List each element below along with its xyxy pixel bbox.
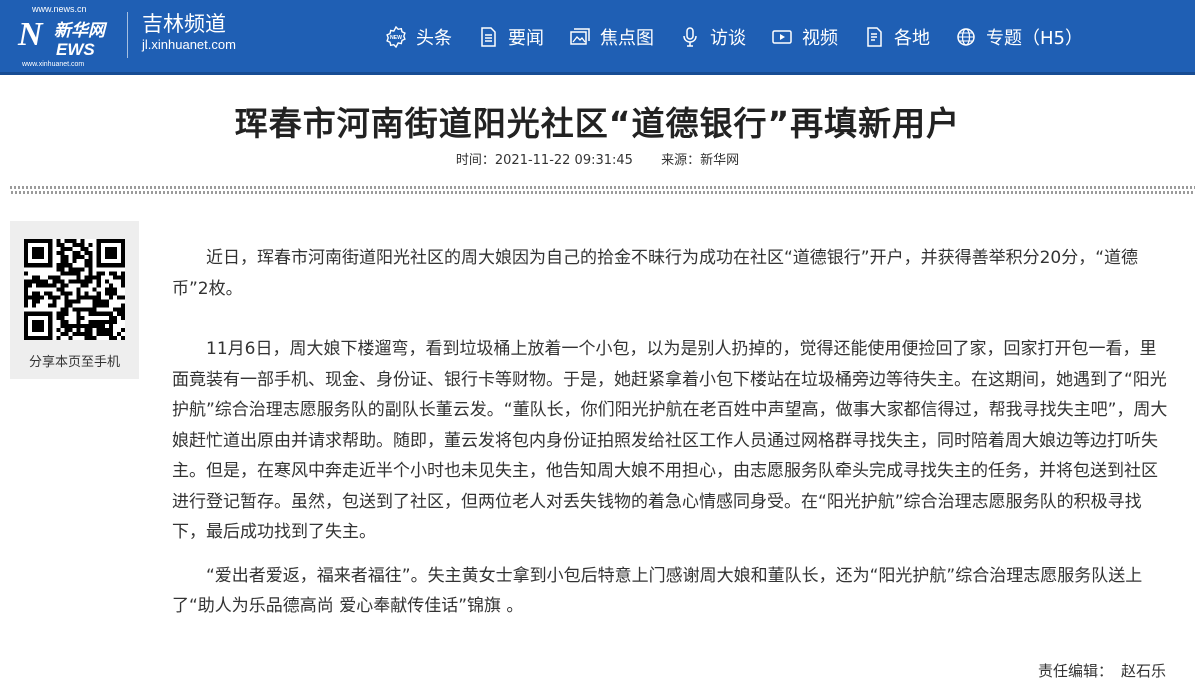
microphone-icon [679,26,701,48]
channel-name: 吉林频道 [142,12,226,36]
logo-url-bottom: www.xinhuanet.com [22,61,85,68]
channel-domain: jl.xinhuanet.com [142,37,236,52]
share-box: 分享本页至手机 [10,221,139,379]
nav-item-yaowen[interactable]: 要闻 [477,24,544,50]
editor-label: 责任编辑： [1038,662,1114,680]
article-paragraph: 近日，珲春市河南街道阳光社区的周大娘因为自己的拾金不昧行为成功在社区“道德银行”… [172,248,1139,299]
qr-code-icon[interactable] [24,239,125,340]
nav-item-gedi[interactable]: 各地 [863,24,930,50]
dotted-divider [10,184,1195,196]
location-doc-icon [863,26,885,48]
globe-icon [955,26,977,48]
article-body: 近日，珲春市河南街道阳光社区的周大娘因为自己的拾金不昧行为成功在社区“道德银行”… [172,243,1168,622]
logo-url-top: www.news.cn [32,4,87,14]
nav-label: 专题（H5） [986,28,1083,49]
source-name: 新华网 [700,153,740,168]
article-paragraph: “爱出者爱返，福来者福往”。失主黄女士拿到小包后特意上门感谢周大娘和董队长，还为… [172,565,1143,617]
site-header: www.news.cn N 新华网 EWS www.xinhuanet.com … [0,0,1195,75]
svg-text:NEW: NEW [390,35,402,41]
nav-item-shipin[interactable]: 视频 [771,24,838,50]
nav-item-jiaodiantu[interactable]: 焦点图 [569,24,654,50]
nav-item-fangtan[interactable]: 访谈 [679,24,746,50]
editor-name: 赵石乐 [1121,662,1167,680]
nav-item-toutiao[interactable]: NEW 头条 [385,24,452,50]
article-paragraph: 11月6日，周大娘下楼遛弯，看到垃圾桶上放着一个小包，以为是别人扔掉的，觉得还能… [172,339,1168,542]
responsible-editor: 责任编辑： 赵石乐 [1038,660,1166,681]
article-meta: 时间：2021-11-22 09:31:45 来源：新华网 [0,152,1195,170]
nav-item-zhuanti[interactable]: 专题（H5） [955,24,1083,50]
logo-cn: 新华网 [54,21,105,41]
document-icon [477,26,499,48]
xinhua-logo[interactable]: www.news.cn N 新华网 EWS www.xinhuanet.com [18,4,118,68]
source-info: 来源：新华网 [661,153,739,168]
main-nav: NEW 头条 要闻 焦点图 访谈 视频 各地 专题（H5） [385,22,1108,52]
video-icon [771,26,793,48]
nav-label: 视频 [802,28,838,49]
time-label: 时间： [455,153,495,168]
nav-label: 头条 [416,28,452,49]
nav-label: 各地 [894,28,930,49]
share-label: 分享本页至手机 [28,355,120,370]
news-badge-icon: NEW [385,26,407,48]
channel-title[interactable]: 吉林频道 jl.xinhuanet.com [142,12,236,54]
logo-news: EWS [56,40,95,59]
time-info: 时间：2021-11-22 09:31:45 [456,153,633,168]
gallery-icon [569,26,591,48]
nav-label: 焦点图 [600,28,654,49]
publish-time: 2021-11-22 09:31:45 [494,153,633,168]
header-divider [127,12,128,58]
nav-label: 访谈 [710,28,746,49]
logo-mark: N [18,16,43,53]
source-label: 来源： [661,153,701,168]
nav-label: 要闻 [508,28,544,49]
article-title: 珲春市河南街道阳光社区“道德银行”再填新用户 [234,104,961,143]
